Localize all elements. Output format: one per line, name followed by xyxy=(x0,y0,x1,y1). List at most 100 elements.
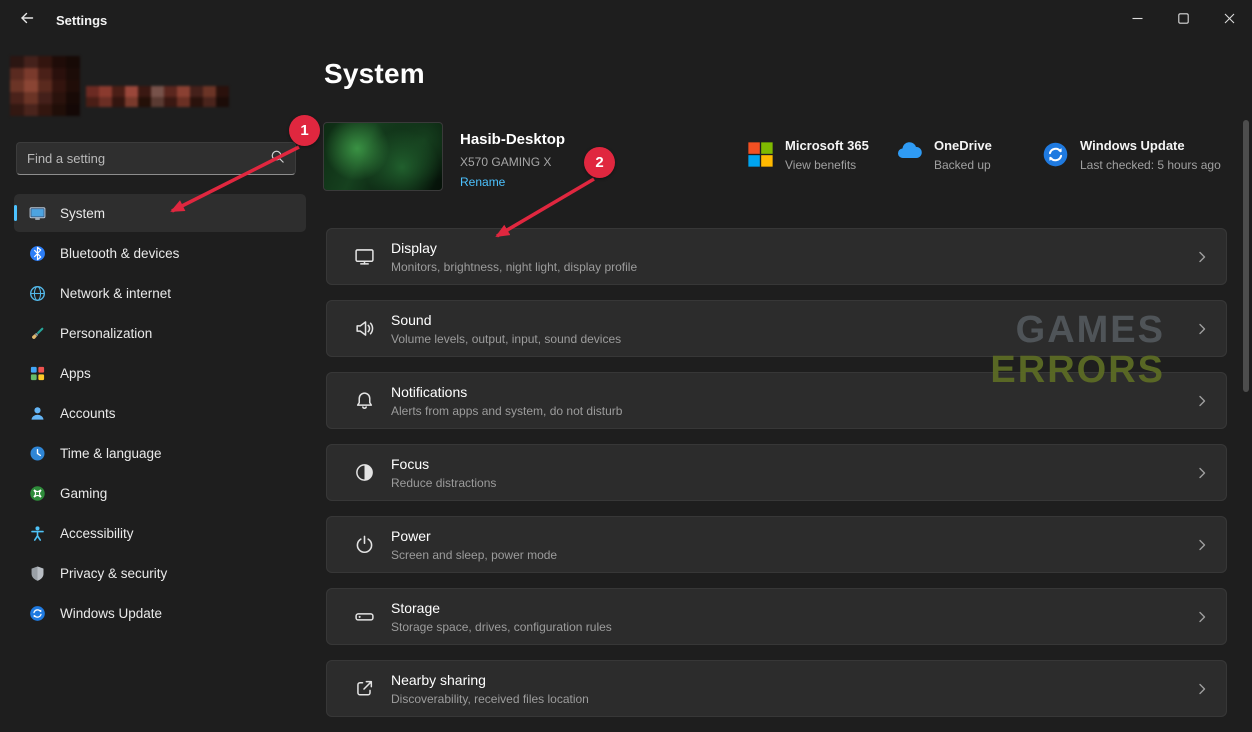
globe-icon xyxy=(28,284,46,302)
bell-icon xyxy=(353,390,375,412)
sidebar-item-system[interactable]: System xyxy=(14,194,306,232)
chevron-right-icon xyxy=(1194,537,1210,558)
settings-row-focus[interactable]: Focus Reduce distractions xyxy=(326,444,1227,501)
row-subtitle: Reduce distractions xyxy=(391,476,496,490)
row-subtitle: Storage space, drives, configuration rul… xyxy=(391,620,612,634)
row-subtitle: Alerts from apps and system, do not dist… xyxy=(391,404,622,418)
sidebar-item-label: Apps xyxy=(60,366,91,381)
settings-row-display[interactable]: Display Monitors, brightness, night ligh… xyxy=(326,228,1227,285)
device-name: Hasib-Desktop xyxy=(460,131,565,148)
window-controls xyxy=(1114,0,1252,40)
sidebar-item-label: Accounts xyxy=(60,406,116,421)
scrollbar-thumb[interactable] xyxy=(1243,120,1249,392)
status-card-subtitle: Backed up xyxy=(934,158,992,172)
clock-icon xyxy=(28,444,46,462)
chevron-right-icon xyxy=(1194,249,1210,270)
row-title: Sound xyxy=(391,312,621,328)
focus-icon xyxy=(353,462,375,484)
row-subtitle: Screen and sleep, power mode xyxy=(391,548,557,562)
status-card-title: Windows Update xyxy=(1080,138,1221,153)
device-wallpaper-thumbnail xyxy=(324,123,442,190)
sidebar-item-bluetooth-devices[interactable]: Bluetooth & devices xyxy=(14,234,306,272)
microsoft-365-card[interactable]: Microsoft 365 View benefits xyxy=(747,138,869,172)
maximize-icon xyxy=(1178,11,1189,29)
windows-update-card[interactable]: Windows Update Last checked: 5 hours ago xyxy=(1042,138,1221,172)
sidebar-item-time-language[interactable]: Time & language xyxy=(14,434,306,472)
settings-row-sound[interactable]: Sound Volume levels, output, input, soun… xyxy=(326,300,1227,357)
onedrive-cloud-icon xyxy=(896,141,923,168)
status-card-subtitle: View benefits xyxy=(785,158,869,172)
status-card-title: OneDrive xyxy=(934,138,992,153)
chevron-right-icon xyxy=(1194,465,1210,486)
row-subtitle: Monitors, brightness, night light, displ… xyxy=(391,260,637,274)
titlebar: Settings xyxy=(0,0,1252,40)
close-button[interactable] xyxy=(1206,0,1252,40)
row-title: Power xyxy=(391,528,557,544)
sidebar-item-label: Accessibility xyxy=(60,526,134,541)
accessibility-person-icon xyxy=(28,524,46,542)
settings-row-storage[interactable]: Storage Storage space, drives, configura… xyxy=(326,588,1227,645)
search-icon xyxy=(270,149,285,169)
nearby-sharing-icon xyxy=(353,678,375,700)
shield-icon xyxy=(28,564,46,582)
chevron-right-icon xyxy=(1194,681,1210,702)
sidebar-nav: System Bluetooth & devices Network & int… xyxy=(0,194,320,634)
windows-update-icon xyxy=(28,604,46,622)
chevron-right-icon xyxy=(1194,321,1210,342)
minimize-button[interactable] xyxy=(1114,0,1160,40)
sidebar-item-accounts[interactable]: Accounts xyxy=(14,394,306,432)
sidebar-item-network-internet[interactable]: Network & internet xyxy=(14,274,306,312)
device-model: X570 GAMING X xyxy=(460,155,551,169)
search-input[interactable] xyxy=(27,151,270,166)
row-title: Storage xyxy=(391,600,612,616)
sidebar-item-label: Privacy & security xyxy=(60,566,167,581)
display-icon xyxy=(353,246,375,268)
status-card-title: Microsoft 365 xyxy=(785,138,869,153)
sidebar-item-label: Gaming xyxy=(60,486,107,501)
speaker-icon xyxy=(353,318,375,340)
rename-link[interactable]: Rename xyxy=(460,175,505,189)
avatar-pixelated xyxy=(10,56,80,116)
settings-row-notifications[interactable]: Notifications Alerts from apps and syste… xyxy=(326,372,1227,429)
sidebar-item-accessibility[interactable]: Accessibility xyxy=(14,514,306,552)
row-subtitle: Volume levels, output, input, sound devi… xyxy=(391,332,621,346)
bluetooth-icon xyxy=(28,244,46,262)
sidebar: System Bluetooth & devices Network & int… xyxy=(0,40,320,711)
paintbrush-icon xyxy=(28,324,46,342)
xbox-icon xyxy=(28,484,46,502)
system-icon xyxy=(28,204,46,222)
sidebar-item-label: Network & internet xyxy=(60,286,171,301)
selected-indicator xyxy=(14,205,17,221)
maximize-button[interactable] xyxy=(1160,0,1206,40)
minimize-icon xyxy=(1132,11,1143,29)
row-title: Nearby sharing xyxy=(391,672,589,688)
sidebar-item-personalization[interactable]: Personalization xyxy=(14,314,306,352)
settings-row-power[interactable]: Power Screen and sleep, power mode xyxy=(326,516,1227,573)
chevron-right-icon xyxy=(1194,609,1210,630)
settings-row-nearby-sharing[interactable]: Nearby sharing Discoverability, received… xyxy=(326,660,1227,717)
sidebar-item-apps[interactable]: Apps xyxy=(14,354,306,392)
back-arrow-icon xyxy=(19,10,35,31)
onedrive-card[interactable]: OneDrive Backed up xyxy=(896,138,992,172)
sidebar-item-label: System xyxy=(60,206,105,221)
row-title: Focus xyxy=(391,456,496,472)
sidebar-item-label: Windows Update xyxy=(60,606,162,621)
power-icon xyxy=(353,534,375,556)
user-profile-blurred[interactable] xyxy=(10,56,235,116)
sidebar-item-gaming[interactable]: Gaming xyxy=(14,474,306,512)
sidebar-item-label: Bluetooth & devices xyxy=(60,246,179,261)
apps-grid-icon xyxy=(28,364,46,382)
chevron-right-icon xyxy=(1194,393,1210,414)
windows-update-status-icon xyxy=(1042,141,1069,168)
sidebar-item-windows-update[interactable]: Windows Update xyxy=(14,594,306,632)
back-button[interactable] xyxy=(12,6,42,34)
step-2-badge: 2 xyxy=(584,147,615,178)
microsoft-logo-icon xyxy=(747,141,774,168)
sidebar-item-label: Time & language xyxy=(60,446,162,461)
row-subtitle: Discoverability, received files location xyxy=(391,692,589,706)
sidebar-item-privacy-security[interactable]: Privacy & security xyxy=(14,554,306,592)
page-title: System xyxy=(324,58,425,90)
row-title: Notifications xyxy=(391,384,622,400)
close-icon xyxy=(1224,11,1235,29)
status-card-subtitle: Last checked: 5 hours ago xyxy=(1080,158,1221,172)
